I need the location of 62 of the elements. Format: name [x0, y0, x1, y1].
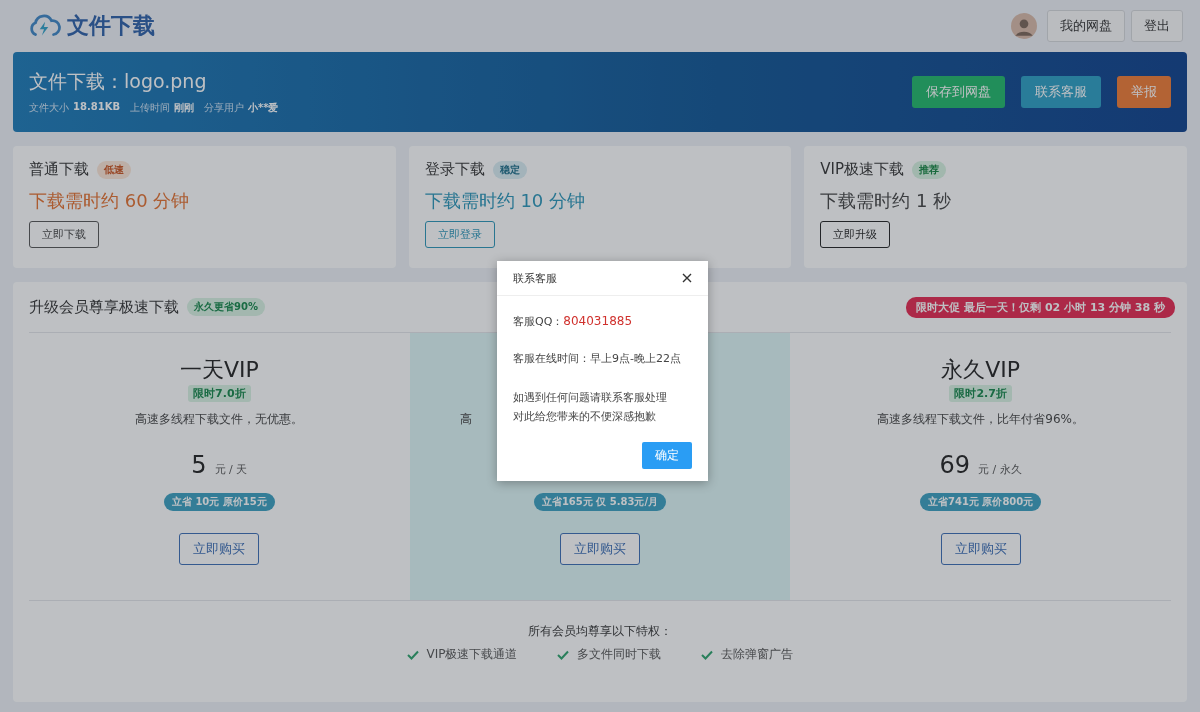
download-time: 下载需时约 10 分钟: [424, 189, 586, 213]
option-title: VIP极速下载: [820, 160, 905, 179]
confirm-button[interactable]: 确定: [642, 442, 692, 469]
plan-name: 永久VIP: [941, 356, 1021, 384]
option-title: 登录下载: [424, 160, 485, 179]
meta-value: 刚刚: [174, 101, 194, 115]
download-time: 下载需时约 60 分钟: [29, 189, 191, 213]
option-button[interactable]: 立即登录: [424, 221, 495, 248]
membership-title: 升级会员尊享极速下载: [29, 297, 179, 317]
plan-description: 高速多线程下载文件，无优惠。: [135, 412, 304, 426]
plan-saving-tag: 立省 10元 原价15元: [163, 493, 275, 511]
close-icon[interactable]: [682, 273, 692, 283]
benefits-title: 所有会员均尊享以下特权：: [527, 623, 673, 640]
dialog-title: 联系客服: [513, 270, 557, 286]
qq-number: 804031885: [563, 314, 633, 328]
plan-description: 高: [459, 412, 472, 426]
plan-unit: 元 / 天: [214, 462, 248, 477]
plan-discount-tag: 限时2.7折: [949, 385, 1012, 402]
plan-discount-tag: 限时7.0折: [188, 385, 251, 402]
meta-value: 18.81KB: [73, 101, 120, 114]
benefit-text: 多文件同时下载: [577, 646, 662, 663]
plan-price: 5: [191, 451, 207, 479]
check-icon: [701, 649, 714, 660]
option-button[interactable]: 立即下载: [29, 221, 99, 248]
plan-saving-tag: 立省741元 原价800元: [920, 493, 1042, 511]
action-button[interactable]: 举报: [1117, 76, 1171, 108]
buy-button[interactable]: 立即购买: [560, 533, 640, 565]
plan-name: 一天VIP: [179, 356, 259, 384]
cloud-bolt-icon: [27, 13, 61, 39]
option-title: 普通下载: [29, 160, 89, 179]
header-button[interactable]: 我的网盘: [1047, 10, 1125, 42]
download-time: 下载需时约 1 秒: [820, 189, 953, 213]
header-button[interactable]: 登出: [1131, 10, 1183, 42]
meta-label: 上传时间: [130, 101, 170, 115]
action-button[interactable]: 保存到网盘: [912, 76, 1005, 108]
service-hours: 客服在线时间：早上9点-晚上22点: [513, 351, 682, 366]
action-button[interactable]: 联系客服: [1021, 76, 1101, 108]
avatar[interactable]: [1011, 13, 1037, 39]
benefit-text: 去除弹窗广告: [721, 646, 794, 663]
benefit-text: VIP极速下载通道: [426, 646, 518, 663]
plan-description: 高速多线程下载文件，比年付省96%。: [877, 412, 1084, 426]
option-tag: 低速: [97, 160, 131, 179]
countdown-badge: 限时大促 最后一天！仅剩 02 小时 13 分钟 38 秒: [906, 296, 1175, 318]
dialog-note: 对此给您带来的不便深感抱歉: [513, 409, 657, 425]
check-icon: [557, 649, 570, 660]
option-tag: 稳定: [492, 160, 527, 179]
meta-value: 小**爱: [248, 101, 279, 115]
plan-unit: 元 / 永久: [978, 462, 1022, 477]
file-title: 文件下载：logo.png: [29, 69, 208, 94]
plan-price: 69: [939, 451, 971, 479]
option-tag: 推荐: [912, 160, 947, 179]
qq-label: 客服QQ：: [513, 315, 564, 328]
meta-label: 分享用户: [204, 101, 244, 115]
dialog-note: 如遇到任何问题请联系客服处理: [513, 390, 668, 406]
check-icon: [406, 649, 419, 660]
buy-button[interactable]: 立即购买: [940, 533, 1021, 565]
plan-saving-tag: 立省165元 仅 5.83元/月: [533, 493, 667, 511]
meta-label: 文件大小: [29, 101, 69, 115]
site-logo-text: 文件下载: [67, 12, 155, 40]
membership-tag: 永久更省90%: [187, 298, 265, 316]
buy-button[interactable]: 立即购买: [179, 533, 260, 565]
option-button[interactable]: 立即升级: [820, 221, 891, 248]
